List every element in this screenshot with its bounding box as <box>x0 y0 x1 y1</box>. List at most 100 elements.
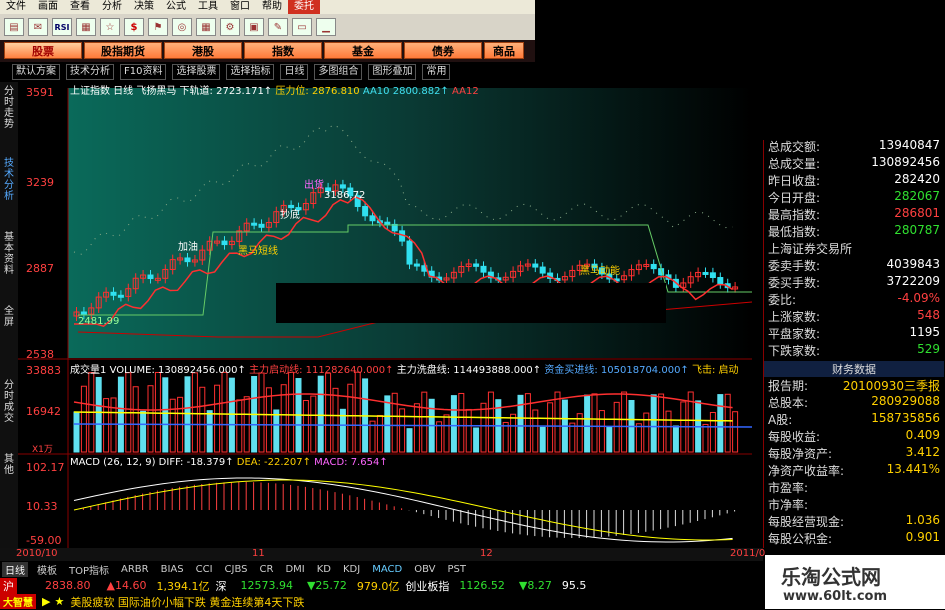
tab-commodity[interactable]: 商品 <box>484 42 524 59</box>
flag-icon[interactable]: ⚑ <box>148 18 168 36</box>
menu-decision[interactable]: 决策 <box>128 0 160 14</box>
volume-bar <box>613 401 620 453</box>
menu-analysis[interactable]: 分析 <box>96 0 128 14</box>
select-stock-button[interactable]: 选择股票 <box>172 64 221 80</box>
indicator-tab[interactable]: CJBS <box>222 564 251 575</box>
indicator-tab[interactable]: 日线 <box>2 561 28 577</box>
side-tab-fullscreen[interactable]: 全屏 <box>1 306 17 328</box>
sz-label[interactable]: 深 <box>215 578 226 594</box>
candle-body <box>717 277 724 285</box>
cy-price: 1126.52 <box>459 579 505 592</box>
finance-value: 1.036 <box>905 513 940 527</box>
tab-hk-stock[interactable]: 港股 <box>164 42 242 59</box>
rsi-icon[interactable]: RSI <box>52 18 72 36</box>
menu-tools[interactable]: 工具 <box>192 0 224 14</box>
volume-bar <box>214 384 221 453</box>
tech-analysis-button[interactable]: 技术分析 <box>66 64 114 80</box>
quote-row: 最低指数: 280787 <box>768 223 944 241</box>
indicator-tab[interactable]: CCI <box>193 564 216 575</box>
indicator-tab[interactable]: MACD <box>369 564 405 575</box>
volume-bar <box>554 391 561 453</box>
chart-area[interactable]: 上证指数 日线 飞扬黑马 下轨道: 2723.171↑ 压力位: 2876.81… <box>18 82 752 548</box>
menu-file[interactable]: 文件 <box>0 0 32 14</box>
grid-icon[interactable]: ▦ <box>196 18 216 36</box>
star-icon[interactable]: ★ <box>54 595 64 608</box>
indicator-tab[interactable]: TOP指标 <box>66 562 112 577</box>
quote-label: 昨日收盘: <box>768 174 821 188</box>
indicator-tab[interactable]: DMI <box>282 564 307 575</box>
dea-line <box>73 479 733 541</box>
indicator-tab[interactable]: KDJ <box>340 564 363 575</box>
date-tick: 12 <box>480 548 493 559</box>
dollar-icon[interactable]: $ <box>124 18 144 36</box>
candle-body <box>221 240 228 246</box>
finance-row: 每股净资产: 3.412 <box>768 445 944 463</box>
tab-fund[interactable]: 基金 <box>324 42 402 59</box>
quote-row: 总成交额: 13940847 <box>768 138 944 156</box>
gear-icon[interactable]: ⚙ <box>220 18 240 36</box>
overlay-button[interactable]: 图形叠加 <box>368 64 417 80</box>
lock-icon[interactable]: ▣ <box>244 18 264 36</box>
candle-body <box>532 263 539 268</box>
sh-label[interactable]: 沪 <box>0 577 17 594</box>
indicator-tab[interactable]: CR <box>257 564 277 575</box>
play-icon[interactable]: ▶ <box>42 595 50 608</box>
volume-bar <box>391 392 398 453</box>
side-tab-ticks[interactable]: 分时成交 <box>1 380 17 424</box>
volume-bar <box>265 387 272 453</box>
multi-chart-button[interactable]: 多图组合 <box>314 64 363 80</box>
select-indicator-button[interactable]: 选择指标 <box>226 64 275 80</box>
quote-label: 委买手数: <box>768 276 821 290</box>
news-headline[interactable]: 美股疲软 国际油价小幅下跌 黄金连续第4天下跌 <box>70 594 304 610</box>
cy-label[interactable]: 创业板指 <box>405 578 449 594</box>
scheme-button[interactable]: 默认方案 <box>12 64 60 80</box>
quote-value: 3722209 <box>886 274 940 288</box>
indicator-tab[interactable]: OBV <box>411 564 438 575</box>
side-tab-fundamental[interactable]: 基本资料 <box>1 232 17 276</box>
chart-bar-icon[interactable]: ▤ <box>4 18 24 36</box>
common-button[interactable]: 常用 <box>422 64 451 80</box>
window-icon[interactable]: ▭ <box>292 18 312 36</box>
kline-chart[interactable] <box>18 82 752 548</box>
side-tab-technical[interactable]: 技术分析 <box>1 158 17 202</box>
tab-index[interactable]: 指数 <box>244 42 322 59</box>
indicator-tab[interactable]: 模板 <box>34 562 60 577</box>
tab-bond[interactable]: 债券 <box>404 42 482 59</box>
finance-label: 每股收益: <box>768 430 821 444</box>
menu-look[interactable]: 查看 <box>64 0 96 14</box>
volume-bar <box>221 371 228 453</box>
finance-title: 财务数据 <box>764 361 944 377</box>
quote-label: 最高指数: <box>768 208 821 222</box>
side-tab-other[interactable]: 其他 <box>1 454 17 476</box>
brush-icon[interactable]: ✎ <box>268 18 288 36</box>
date-tick: 2011/0 <box>730 548 766 559</box>
binoculars-icon[interactable]: ◎ <box>172 18 192 36</box>
app-logo[interactable]: 大智慧 <box>0 594 36 609</box>
indicator-icon[interactable]: ▦ <box>76 18 96 36</box>
indicator-tab[interactable]: ARBR <box>118 564 152 575</box>
volume-bar <box>569 422 576 453</box>
tab-index-futures[interactable]: 股指期货 <box>84 42 162 59</box>
indicator-tab[interactable]: PST <box>444 564 469 575</box>
star-icon[interactable]: ☆ <box>100 18 120 36</box>
f10-button[interactable]: F10资料 <box>120 64 167 80</box>
price-tick: 3239 <box>26 176 54 189</box>
tab-stock[interactable]: 股票 <box>4 42 82 59</box>
menu-view[interactable]: 画面 <box>32 0 64 14</box>
side-tab-intraday[interactable]: 分时走势 <box>1 86 17 130</box>
quote-row: 总成交量: 130892456 <box>768 155 944 173</box>
minimize-icon[interactable]: ▁ <box>316 18 336 36</box>
period-button[interactable]: 日线 <box>280 64 309 80</box>
indicator-tab[interactable]: BIAS <box>158 564 187 575</box>
menu-window[interactable]: 窗口 <box>224 0 256 14</box>
indicator-tab[interactable]: KD <box>314 564 334 575</box>
signal-label: 出货 <box>304 180 324 191</box>
quote-value: 130892456 <box>871 155 940 169</box>
menu-help[interactable]: 帮助 <box>256 0 288 14</box>
mail-icon[interactable]: ✉ <box>28 18 48 36</box>
volume-bar <box>584 394 591 453</box>
menu-formula[interactable]: 公式 <box>160 0 192 14</box>
candle-body <box>110 291 117 296</box>
menu-trade[interactable]: 委托 <box>288 0 320 14</box>
macd-panel <box>73 477 736 543</box>
